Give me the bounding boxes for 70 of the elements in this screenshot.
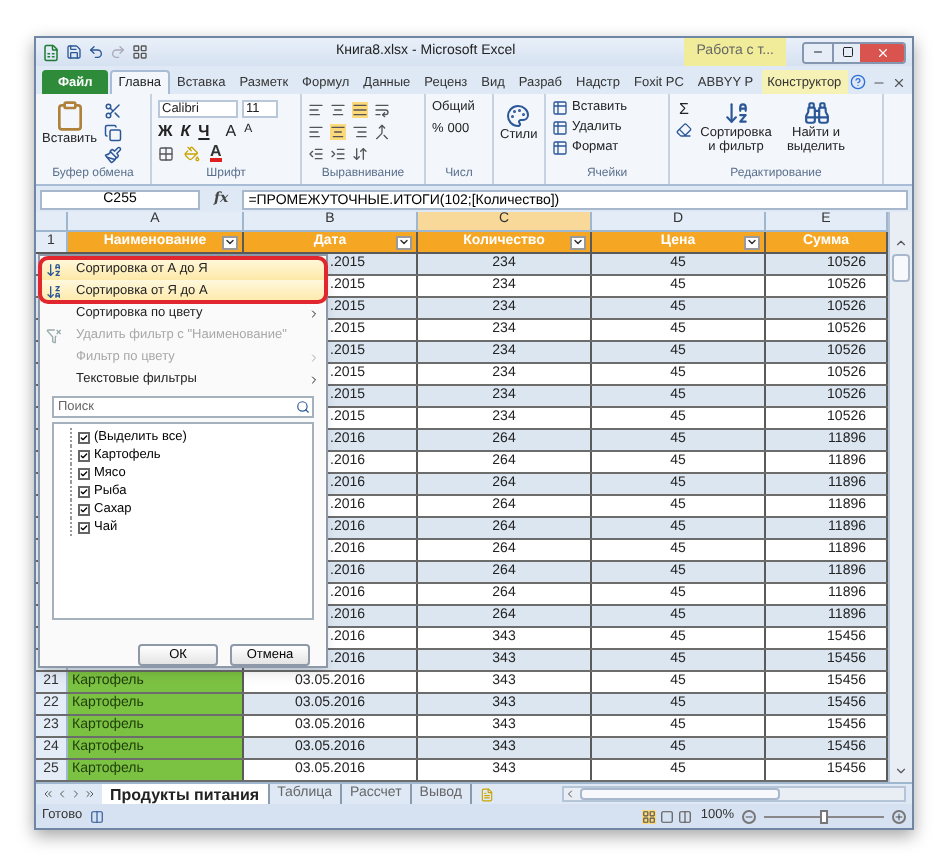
indent-increase-icon[interactable] [330,146,346,162]
align-center-icon[interactable] [330,124,346,140]
sort-icon [723,100,749,126]
sort-descending-icon [46,283,62,299]
copy-icon[interactable] [103,124,122,142]
cut-icon[interactable] [103,102,122,120]
scroll-thumb[interactable] [579,788,780,800]
zoom-in-icon[interactable] [892,809,906,823]
autosum-button[interactable]: Σ [676,100,692,118]
table-icon [552,100,568,116]
maximize-button[interactable] [832,43,860,61]
last-sheet-icon[interactable] [84,788,96,800]
checkbox[interactable] [78,467,90,479]
horizontal-scrollbar[interactable] [561,786,906,802]
close-icon [875,45,889,59]
align-middle-icon[interactable] [330,102,346,118]
normal-view-icon[interactable] [642,809,657,823]
zoom-out-icon[interactable] [742,809,756,823]
vertical-scrollbar[interactable] [888,212,912,782]
page-layout-icon[interactable] [660,809,675,823]
filter-button[interactable] [222,235,238,249]
styles-icon [506,104,531,128]
clipboard-icon [53,100,86,132]
checkbox[interactable] [78,521,90,533]
align-right-icon[interactable] [352,124,368,140]
filter-button[interactable] [570,235,586,249]
align-bottom-icon[interactable] [352,102,368,118]
align-top-icon[interactable] [308,102,324,118]
first-sheet-icon[interactable] [42,788,54,800]
sort-ascending-icon [46,261,62,277]
page-break-icon[interactable] [678,809,693,823]
scroll-down-icon[interactable] [894,764,908,778]
checkbox[interactable] [78,449,90,461]
orientation-icon[interactable] [352,146,368,162]
sheet-tab[interactable]: Продукты питания [102,784,270,804]
merge-icon[interactable] [374,124,390,140]
binoculars-icon [803,100,829,126]
grow-font-button[interactable]: A [225,122,237,140]
align-left-icon[interactable] [308,124,324,140]
table-icon [552,120,568,136]
italic-button[interactable]: К [180,122,191,140]
help-icon[interactable] [850,74,866,90]
filter-button[interactable] [396,235,412,249]
checkbox[interactable] [78,485,90,497]
wrap-text-icon[interactable] [374,102,390,118]
checkbox[interactable] [78,431,90,443]
fill-color-icon[interactable] [184,145,200,161]
close-workbook-icon[interactable] [892,75,906,89]
font-color-button[interactable]: A [210,144,222,162]
borders-icon[interactable] [158,145,174,161]
search-icon [296,400,310,414]
maximize-icon [841,46,853,58]
format-painter-icon[interactable] [103,146,122,164]
excel-logo-icon [42,43,60,61]
underline-button[interactable]: Ч [198,122,210,140]
scroll-up-icon[interactable] [894,236,908,250]
minimize-icon [812,46,824,58]
save-icon[interactable] [66,44,82,60]
eraser-icon[interactable] [676,122,692,138]
print-preview-icon[interactable] [132,44,148,60]
clear-filter-icon [46,327,62,343]
zoom-slider-thumb[interactable] [820,809,828,823]
checkbox[interactable] [78,503,90,515]
bold-button[interactable]: Ж [158,122,173,140]
table-icon [552,140,568,156]
macro-record-icon[interactable] [90,809,105,823]
scroll-thumb[interactable] [892,254,910,282]
undo-icon[interactable] [88,44,104,60]
indent-decrease-icon[interactable] [308,146,324,162]
filter-button[interactable] [744,235,760,249]
